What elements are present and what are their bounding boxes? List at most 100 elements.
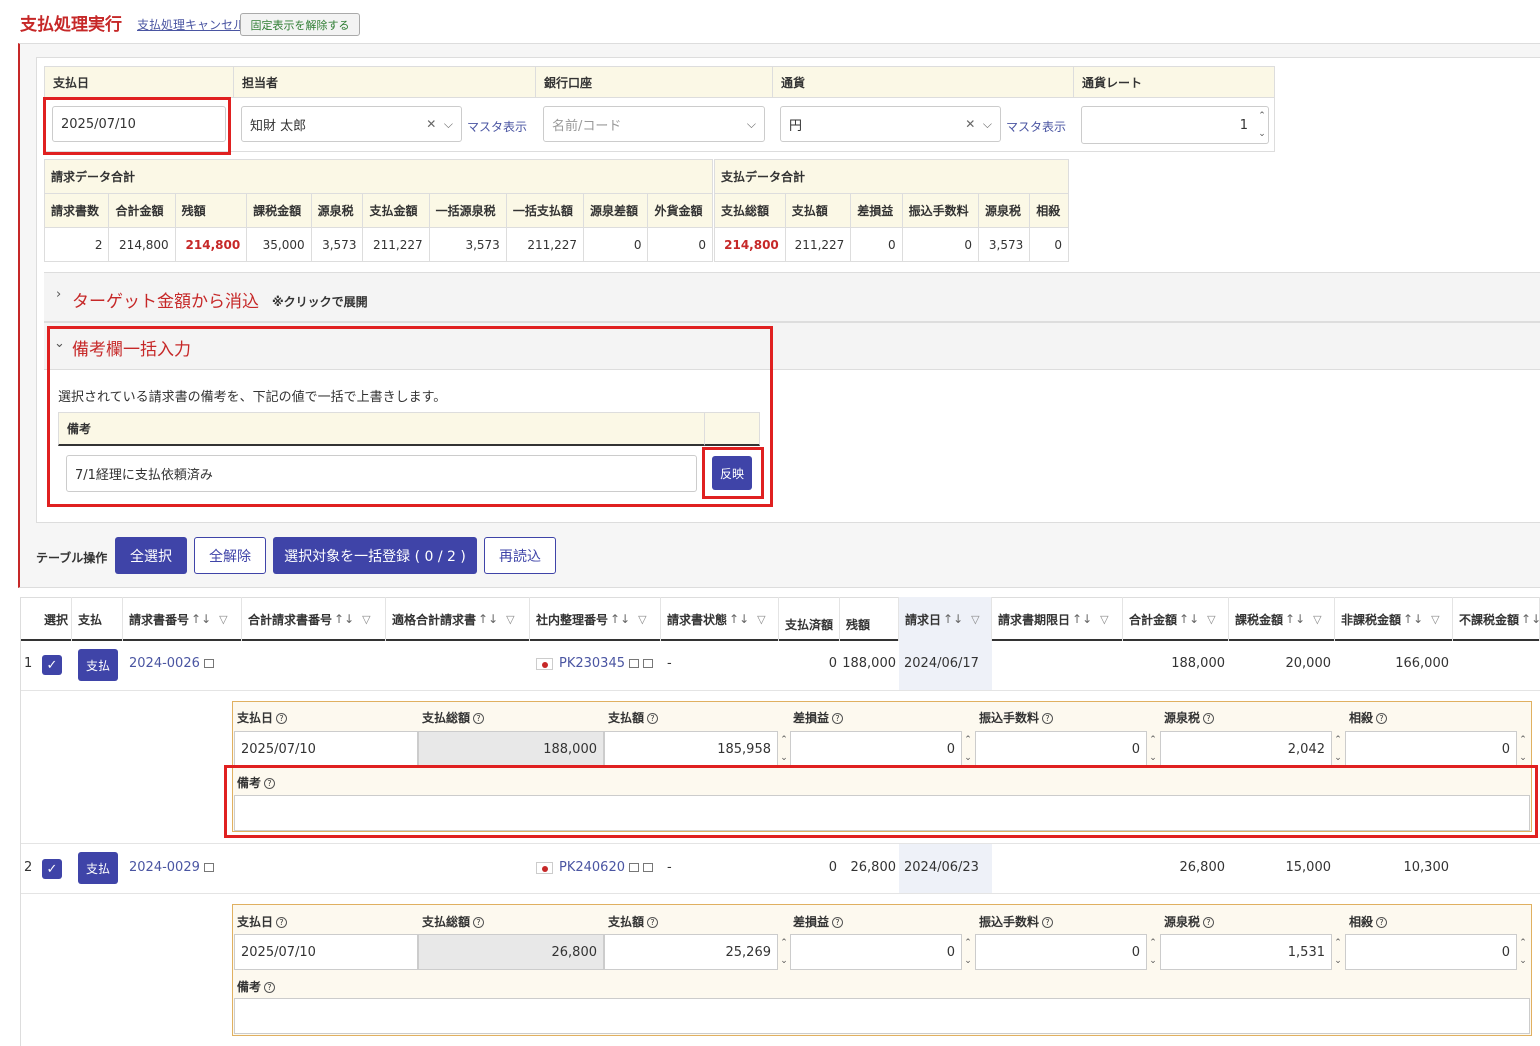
spinner[interactable]: ⌃ ⌄ xyxy=(1147,934,1159,970)
pay-button[interactable]: 支払 xyxy=(78,649,118,681)
col-qualified-invoice[interactable]: 適格合計請求書 ↑↓ ▽ xyxy=(386,597,530,641)
help-icon[interactable]: ? xyxy=(473,917,485,928)
filter-icon[interactable]: ▽ xyxy=(757,613,765,626)
detail-memo-input[interactable] xyxy=(234,998,1530,1034)
cancel-payment-link[interactable]: 支払処理キャンセル xyxy=(137,16,245,33)
sort-icon[interactable]: ↑↓ xyxy=(1179,612,1199,626)
rate-input[interactable]: 1 xyxy=(1081,106,1269,144)
unpin-button[interactable]: 固定表示を解除する xyxy=(240,13,360,36)
help-icon[interactable]: ? xyxy=(1376,917,1388,928)
help-icon[interactable]: ? xyxy=(1042,713,1054,724)
detail-fee-input[interactable]: 0 xyxy=(975,731,1147,767)
detail-offset-input[interactable]: 0 xyxy=(1345,934,1517,970)
clear-icon[interactable]: ✕ xyxy=(965,117,975,131)
help-icon[interactable]: ? xyxy=(1203,713,1215,724)
deselect-all-button[interactable]: 全解除 xyxy=(194,537,266,574)
filter-icon[interactable]: ▽ xyxy=(1207,613,1215,626)
person-master-link[interactable]: マスタ表示 xyxy=(467,118,527,135)
help-icon[interactable]: ? xyxy=(1203,917,1215,928)
invoice-no-cell[interactable]: 2024-0029 xyxy=(129,860,214,875)
spinner[interactable]: ⌃ ⌄ xyxy=(1332,731,1344,767)
detail-gainloss-input[interactable]: 0 xyxy=(790,934,962,970)
reload-button[interactable]: 再読込 xyxy=(484,537,556,574)
filter-icon[interactable]: ▽ xyxy=(1313,613,1321,626)
help-icon[interactable]: ? xyxy=(1376,713,1388,724)
help-icon[interactable]: ? xyxy=(276,917,288,928)
col-status[interactable]: 請求書状態 ↑↓ ▽ xyxy=(661,597,779,641)
help-icon[interactable]: ? xyxy=(276,713,288,724)
filter-icon[interactable]: ▽ xyxy=(971,613,979,626)
invoice-no-cell[interactable]: 2024-0026 xyxy=(129,656,214,671)
filter-icon[interactable]: ▽ xyxy=(638,613,646,626)
filter-icon[interactable]: ▽ xyxy=(1431,613,1439,626)
detail-withholding-input[interactable]: 1,531 xyxy=(1160,934,1332,970)
sort-icon[interactable]: ↑↓ xyxy=(1521,612,1539,626)
col-invoice-no[interactable]: 請求書番号 ↑↓ ▽ xyxy=(123,597,242,641)
help-icon[interactable]: ? xyxy=(1042,917,1054,928)
window-icon[interactable] xyxy=(643,659,653,668)
col-taxable[interactable]: 課税金額 ↑↓ ▽ xyxy=(1229,597,1335,641)
target-section-title[interactable]: ターゲット金額から消込 xyxy=(72,287,259,312)
sort-icon[interactable]: ↑↓ xyxy=(478,612,498,626)
internal-no-cell[interactable]: PK230345 xyxy=(536,656,653,671)
filter-icon[interactable]: ▽ xyxy=(506,613,514,626)
col-due-date[interactable]: 請求書期限日 ↑↓ ▽ xyxy=(992,597,1123,641)
row-checkbox[interactable]: ✓ xyxy=(42,655,62,675)
help-icon[interactable]: ? xyxy=(473,713,485,724)
spinner[interactable]: ⌃ ⌄ xyxy=(1332,934,1344,970)
bulk-register-button[interactable]: 選択対象を一括登録 ( 0 / 2 ) xyxy=(273,537,477,574)
filter-icon[interactable]: ▽ xyxy=(219,613,227,626)
help-icon[interactable]: ? xyxy=(832,917,844,928)
sort-icon[interactable]: ↑↓ xyxy=(610,612,630,626)
help-icon[interactable]: ? xyxy=(832,713,844,724)
detail-payment-date-input[interactable]: 2025/07/10 xyxy=(234,731,418,767)
sort-icon[interactable]: ↑↓ xyxy=(1072,612,1092,626)
sort-icon[interactable]: ↑↓ xyxy=(334,612,354,626)
help-icon[interactable]: ? xyxy=(647,713,659,724)
internal-no-cell[interactable]: PK240620 xyxy=(536,860,653,875)
filter-icon[interactable]: ▽ xyxy=(362,613,370,626)
target-section-header[interactable] xyxy=(44,272,1540,322)
sort-icon[interactable]: ↑↓ xyxy=(943,612,963,626)
sort-icon[interactable]: ↑↓ xyxy=(1403,612,1423,626)
col-nontaxable[interactable]: 非課税金額 ↑↓ ▽ xyxy=(1335,597,1453,641)
chevron-down-icon[interactable]: ⌵ xyxy=(747,117,756,132)
chevron-down-icon[interactable]: ⌵ xyxy=(444,117,453,131)
col-total[interactable]: 合計金額 ↑↓ ▽ xyxy=(1123,597,1229,641)
col-total-invoice-no[interactable]: 合計請求書番号 ↑↓ ▽ xyxy=(242,597,386,641)
detail-withholding-input[interactable]: 2,042 xyxy=(1160,731,1332,767)
chevron-right-icon[interactable]: › xyxy=(56,287,61,302)
select-all-button[interactable]: 全選択 xyxy=(115,537,187,574)
spinner[interactable]: ⌃ ⌄ xyxy=(1147,731,1159,767)
col-untaxed[interactable]: 不課税金額 ↑↓ xyxy=(1453,597,1540,641)
internal-no-link[interactable]: PK240620 xyxy=(559,860,625,875)
window-icon[interactable] xyxy=(643,863,653,872)
detail-fee-input[interactable]: 0 xyxy=(975,934,1147,970)
sort-icon[interactable]: ↑↓ xyxy=(1285,612,1305,626)
detail-gainloss-input[interactable]: 0 xyxy=(790,731,962,767)
spinner[interactable]: ⌃ ⌄ xyxy=(1517,934,1529,970)
copy-icon[interactable] xyxy=(203,659,214,668)
invoice-no-link[interactable]: 2024-0026 xyxy=(129,656,200,671)
spinner[interactable]: ⌃ ⌄ xyxy=(962,934,974,970)
currency-master-link[interactable]: マスタ表示 xyxy=(1006,118,1066,135)
internal-no-link[interactable]: PK230345 xyxy=(559,656,625,671)
spinner[interactable]: ⌃ ⌄ xyxy=(962,731,974,767)
person-select[interactable]: 知財 太郎 ✕ ⌵ xyxy=(241,106,462,142)
spinner[interactable]: ⌃ ⌄ xyxy=(1517,731,1529,767)
col-internal-no[interactable]: 社内整理番号 ↑↓ ▽ xyxy=(530,597,661,641)
clear-icon[interactable]: ✕ xyxy=(426,117,436,131)
sort-icon[interactable]: ↑↓ xyxy=(191,612,211,626)
detail-payment-date-input[interactable]: 2025/07/10 xyxy=(234,934,418,970)
invoice-no-link[interactable]: 2024-0029 xyxy=(129,860,200,875)
help-icon[interactable]: ? xyxy=(647,917,659,928)
col-invoice-date[interactable]: 請求日 ↑↓ ▽ xyxy=(899,597,992,641)
pay-button[interactable]: 支払 xyxy=(78,852,118,884)
copy-icon[interactable] xyxy=(203,863,214,872)
detail-offset-input[interactable]: 0 xyxy=(1345,731,1517,767)
sort-icon[interactable]: ↑↓ xyxy=(729,612,749,626)
chevron-down-icon[interactable]: ⌵ xyxy=(983,117,992,131)
bank-select[interactable]: 名前/コード ⌵ xyxy=(543,106,765,142)
rate-spinner[interactable]: ⌃ ⌄ xyxy=(1256,107,1268,143)
copy-icon[interactable] xyxy=(629,863,639,872)
